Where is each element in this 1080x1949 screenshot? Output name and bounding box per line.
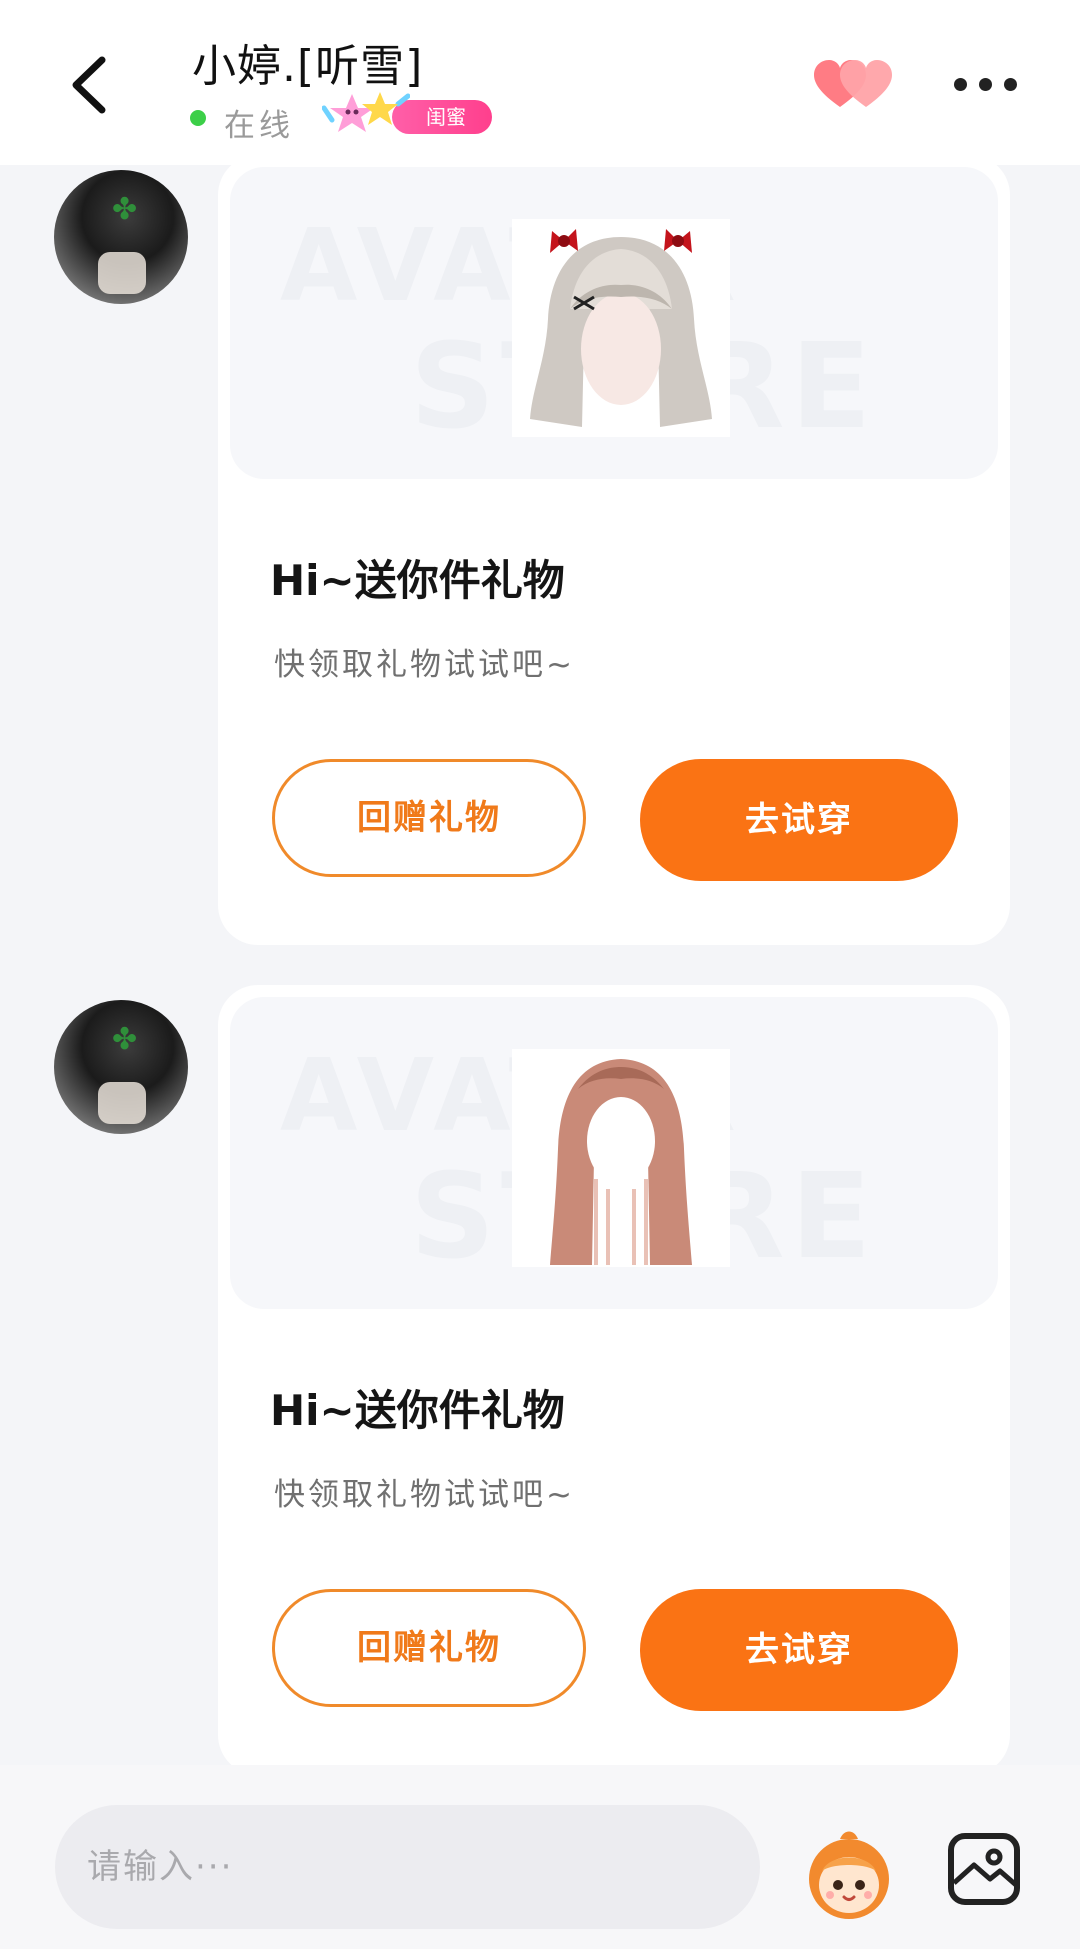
input-bar (0, 1765, 1080, 1949)
more-options-button[interactable] (950, 72, 1020, 98)
try-on-button[interactable]: 去试穿 (640, 759, 958, 881)
gift-title: Hi~送你件礼物 (270, 1386, 565, 1435)
try-on-button[interactable]: 去试穿 (640, 1589, 958, 1711)
online-status-text: 在线 (224, 108, 294, 144)
more-dots-icon (1004, 78, 1017, 91)
contact-name: 小婷.[听雪] (192, 41, 424, 92)
star-badge-icon (322, 92, 410, 132)
double-heart-icon (814, 60, 892, 107)
mascot-emoji-icon (809, 1831, 889, 1919)
clover-icon: ✤ (112, 1022, 138, 1057)
gift-subtitle: 快领取礼物试试吧~ (274, 1477, 575, 1513)
gift-message-card: AVATAR STORE Hi~送你件礼物 快领取礼物试试吧~ 回赠礼物 去试穿 (218, 985, 1010, 1765)
send-image-button[interactable] (946, 1831, 1022, 1907)
clover-icon: ✤ (112, 192, 138, 227)
gift-banner: AVATAR STORE (230, 167, 998, 479)
sender-avatar[interactable]: ✤ (54, 1000, 188, 1134)
avatar-detail (98, 1082, 146, 1124)
gift-title: Hi~送你件礼物 (270, 556, 565, 605)
return-gift-button[interactable]: 回赠礼物 (272, 759, 586, 877)
online-status-dot (190, 110, 206, 126)
gift-message-card: AVATAR STORE Hi~送你件礼物 快领取礼物试试吧~ 回赠礼物 去试穿 (218, 165, 1010, 945)
gift-item-image[interactable] (512, 1049, 730, 1267)
chat-header: 小婷.[听雪] 在线 闺蜜 (0, 0, 1080, 165)
more-dots-icon (979, 78, 992, 91)
more-dots-icon (954, 78, 967, 91)
image-icon (948, 1833, 1020, 1905)
gift-banner: AVATAR STORE (230, 997, 998, 1309)
gift-subtitle: 快领取礼物试试吧~ (274, 647, 575, 683)
return-gift-button[interactable]: 回赠礼物 (272, 1589, 586, 1707)
emoji-button[interactable] (800, 1825, 898, 1923)
message-input[interactable] (55, 1805, 760, 1929)
back-button[interactable] (62, 50, 122, 120)
chat-area[interactable]: ✤ AVATAR STORE Hi~送你件礼物 快领取礼物试试吧~ 回赠礼物 去… (0, 165, 1080, 1765)
back-arrow-icon (72, 56, 106, 114)
sender-avatar[interactable]: ✤ (54, 170, 188, 304)
intimacy-button[interactable] (810, 55, 896, 115)
avatar-detail (98, 252, 146, 294)
gift-item-image[interactable] (512, 219, 730, 437)
